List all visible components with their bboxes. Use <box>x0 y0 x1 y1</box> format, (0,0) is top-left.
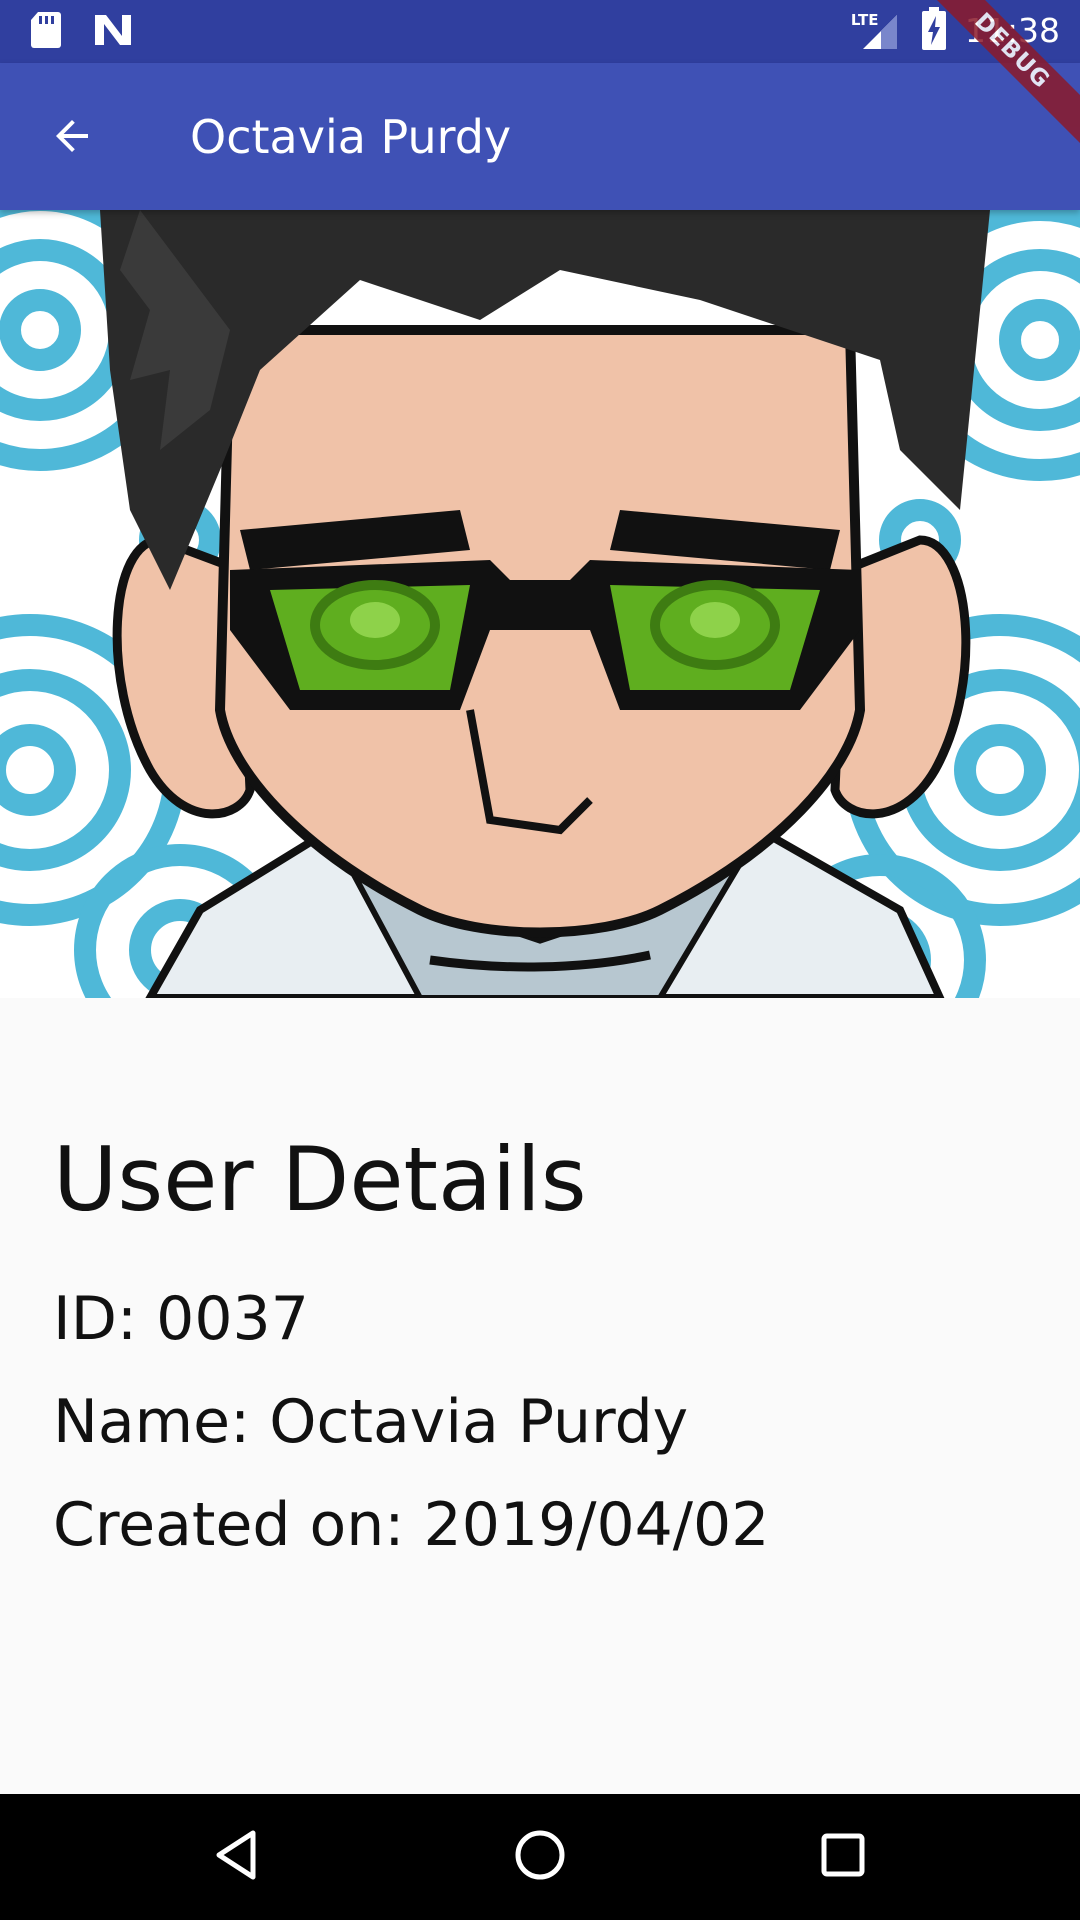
page-title: Octavia Purdy <box>190 110 512 164</box>
arrow-back-icon <box>48 112 96 164</box>
nav-back-button[interactable] <box>196 1817 276 1897</box>
user-name-text: Name: Octavia Purdy <box>53 1387 689 1457</box>
sd-card-icon <box>30 10 62 54</box>
status-bar: LTE 11:38 <box>0 0 1080 63</box>
user-created-text: Created on: 2019/04/02 <box>53 1490 770 1560</box>
system-nav-bar <box>0 1794 1080 1920</box>
n-notification-icon <box>92 12 134 52</box>
recents-square-icon <box>818 1830 868 1884</box>
back-triangle-icon <box>211 1828 261 1886</box>
battery-charging-icon <box>921 7 947 55</box>
user-avatar-image <box>0 210 1080 998</box>
back-button[interactable] <box>36 102 108 174</box>
signal-icon: LTE <box>851 9 903 53</box>
screen: LTE 11:38 DEBUG <box>0 0 1080 1920</box>
user-details: User Details ID: 0037 Name: Octavia Purd… <box>53 1120 1033 1577</box>
home-circle-icon <box>513 1828 567 1886</box>
app-bar: Octavia Purdy <box>0 63 1080 210</box>
nav-home-button[interactable] <box>500 1817 580 1897</box>
details-heading: User Details <box>53 1128 587 1231</box>
user-id-text: ID: 0037 <box>53 1284 309 1354</box>
status-left-icons <box>30 10 134 54</box>
nav-recents-button[interactable] <box>803 1817 883 1897</box>
